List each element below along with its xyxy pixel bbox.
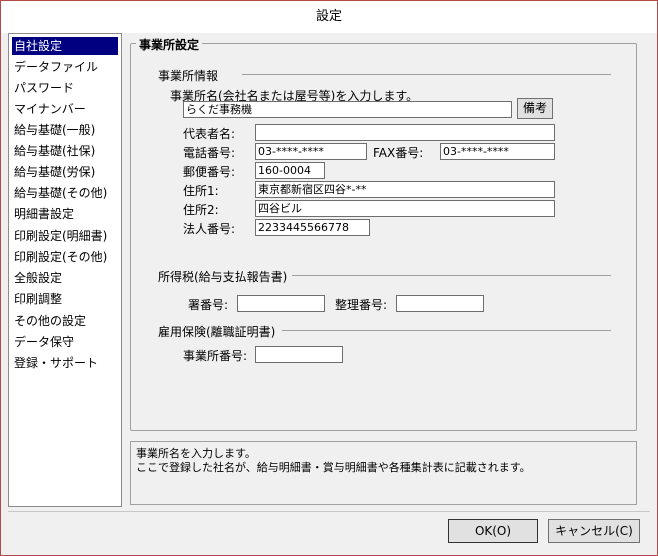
nav-item-general[interactable]: 全般設定 [12,269,118,287]
nav-item-support[interactable]: 登録・サポート [12,354,118,372]
nav-item-print-adjust[interactable]: 印刷調整 [12,290,118,308]
window-title: 設定 [1,1,657,33]
footer-divider [8,511,650,512]
nav-item-print-statement[interactable]: 印刷設定(明細書) [12,227,118,245]
cancel-button[interactable]: キャンセル(C) [548,519,640,543]
address2-label: 住所2: [183,203,219,217]
representative-label: 代表者名: [183,127,236,141]
employment-insurance-heading: 雇用保険(離職証明書) [158,323,280,340]
address1-input[interactable]: 東京都新宿区四谷*-** [255,181,555,198]
ok-button[interactable]: OK(O) [448,519,538,543]
representative-input[interactable] [255,124,555,141]
office-settings-panel: 事業所設定 事業所情報 事業所名(会社名または屋号等)を入力します。 らくだ事務… [122,33,649,431]
tax-office-number-input[interactable] [237,295,325,312]
address2-input[interactable]: 四谷ビル [255,200,555,217]
tax-office-number-label: 署番号: [188,298,229,312]
nav-item-data-maintenance[interactable]: データ保守 [12,333,118,351]
income-tax-heading: 所得税(給与支払報告書) [158,268,292,285]
business-number-label: 事業所番号: [183,349,248,363]
nav-item-payroll-labor[interactable]: 給与基礎(労保) [12,163,118,181]
nav-item-payroll-general[interactable]: 給与基礎(一般) [12,121,118,139]
phone-label: 電話番号: [183,146,236,160]
fax-label: FAX番号: [373,146,424,160]
remarks-button[interactable]: 備考 [517,98,553,119]
nav-item-company[interactable]: 自社設定 [12,37,118,55]
nav-item-statement[interactable]: 明細書設定 [12,205,118,223]
section-divider [282,330,611,331]
office-info-heading: 事業所情報 [158,67,223,84]
nav-item-data-file[interactable]: データファイル [12,58,118,76]
section-divider [242,74,611,75]
nav-item-my-number[interactable]: マイナンバー [12,100,118,118]
settings-nav-list[interactable]: 自社設定 データファイル パスワード マイナンバー 給与基礎(一般) 給与基礎(… [8,33,122,507]
help-line-1: 事業所名を入力します。 [136,447,256,460]
postal-code-label: 郵便番号: [183,165,236,179]
postal-code-input[interactable]: 160-0004 [255,162,325,179]
help-line-2: ここで登録した社名が、給与明細書・賞与明細書や各種集計表に記載されます。 [136,461,531,474]
help-message-box: 事業所名を入力します。 ここで登録した社名が、給与明細書・賞与明細書や各種集計表… [130,441,637,505]
section-divider [292,275,611,276]
settings-dialog: 設定 自社設定 データファイル パスワード マイナンバー 給与基礎(一般) 給与… [0,0,658,556]
office-name-input[interactable]: らくだ事務機 [183,101,512,118]
fax-input[interactable]: 03-****-**** [440,143,555,160]
nav-item-password[interactable]: パスワード [12,79,118,97]
address1-label: 住所1: [183,184,219,198]
reference-number-label: 整理番号: [335,298,388,312]
phone-input[interactable]: 03-****-**** [255,143,367,160]
nav-item-payroll-other[interactable]: 給与基礎(その他) [12,184,118,202]
nav-item-payroll-social[interactable]: 給与基礎(社保) [12,142,118,160]
nav-item-other-settings[interactable]: その他の設定 [12,312,118,330]
panel-title: 事業所設定 [136,36,203,53]
reference-number-input[interactable] [396,295,484,312]
business-number-input[interactable] [255,346,343,363]
corporate-number-label: 法人番号: [183,222,236,236]
corporate-number-input[interactable]: 2233445566778 [255,219,370,236]
nav-item-print-other[interactable]: 印刷設定(その他) [12,248,118,266]
